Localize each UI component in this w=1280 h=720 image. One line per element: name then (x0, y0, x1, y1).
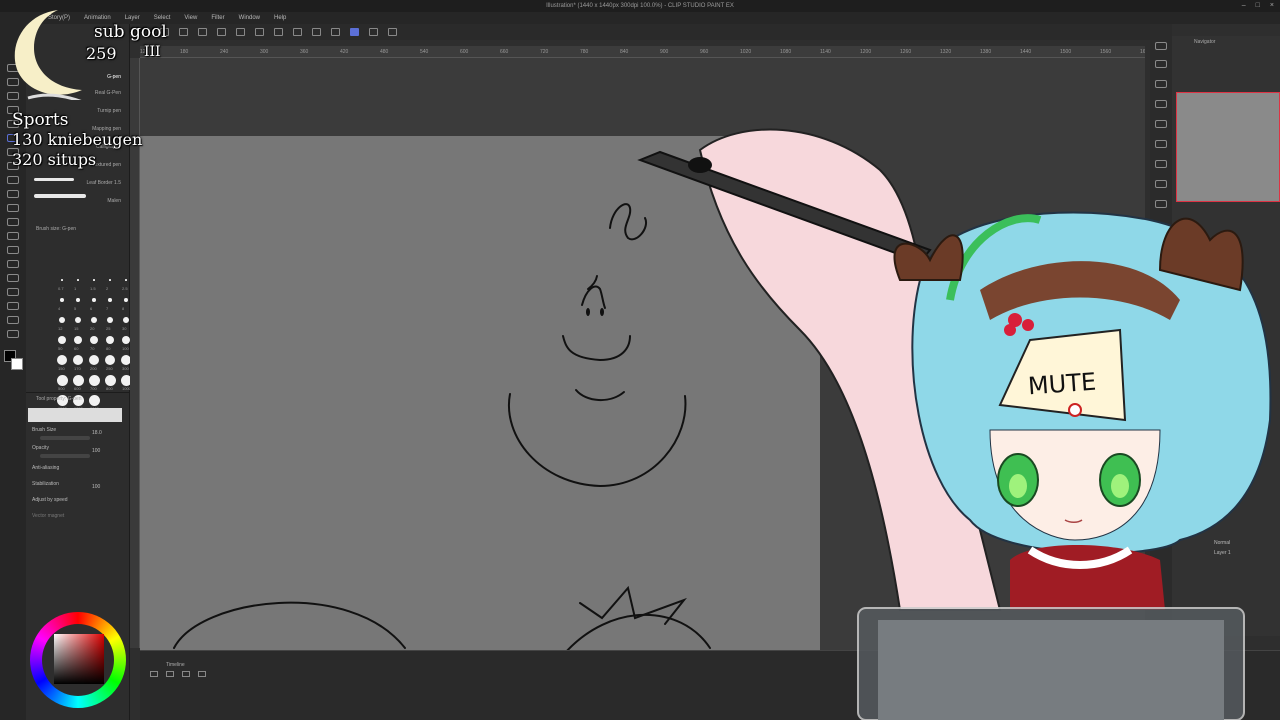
clip-studio-window: Illustration* (1440 x 1440px 300dpi 100.… (0, 0, 1280, 720)
sub-goal-label: sub gool (94, 22, 167, 42)
mute-sign: MUTE (1027, 367, 1098, 401)
moon-icon (14, 10, 82, 100)
streamer-avatar (637, 128, 1272, 720)
squats-count: 130 kniebeugen (12, 130, 143, 149)
sub-goal-tally: III (144, 44, 161, 60)
sports-label: Sports (12, 110, 69, 130)
situps-count: 320 situps (12, 150, 97, 169)
sub-goal-value: 259 (86, 44, 117, 63)
